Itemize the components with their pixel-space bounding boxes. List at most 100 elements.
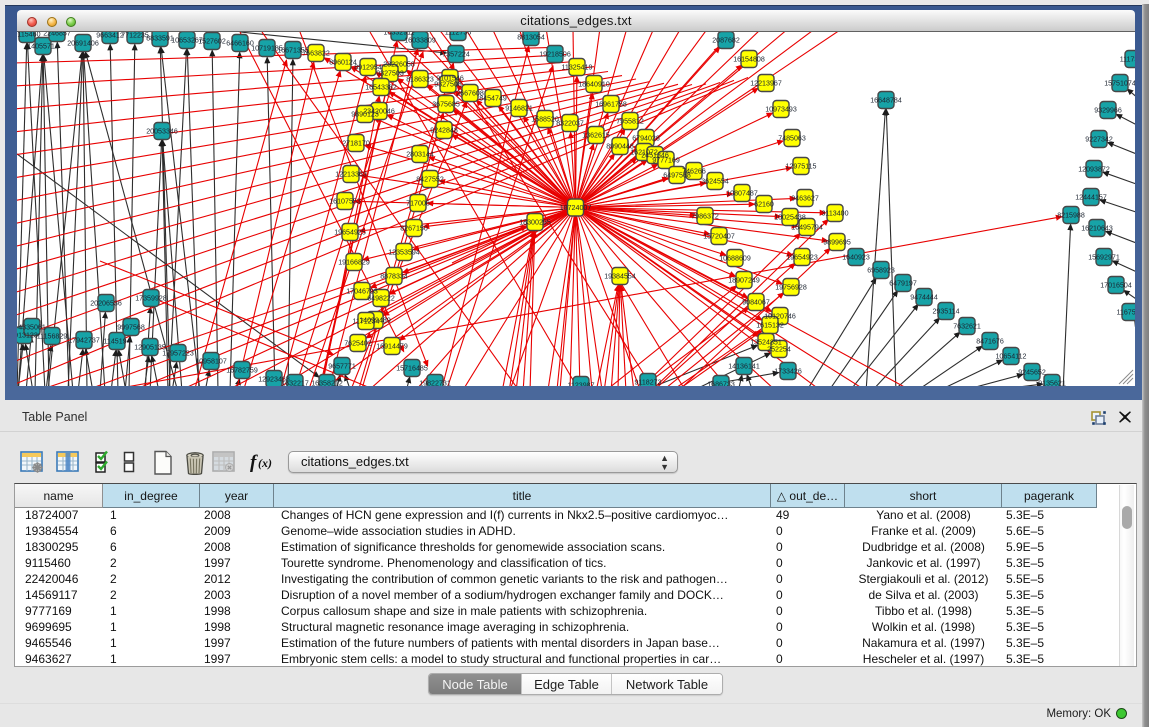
svg-text:1171234: 1171234: [352, 318, 379, 326]
svg-text:4335061: 4335061: [18, 324, 46, 332]
svg-text:10654112: 10654112: [995, 353, 1026, 361]
svg-text:9327503: 9327503: [376, 70, 404, 78]
svg-text:9115460: 9115460: [17, 32, 41, 39]
svg-text:9663412: 9663412: [96, 32, 124, 40]
svg-text:17942737: 17942737: [68, 337, 100, 345]
svg-text:16210643: 16210643: [1081, 225, 1113, 233]
svg-text:6958923: 6958923: [867, 267, 895, 275]
svg-text:20691406: 20691406: [67, 40, 99, 48]
svg-text:62160: 62160: [754, 201, 774, 209]
svg-text:12444157: 12444157: [1075, 194, 1107, 202]
svg-text:8833591: 8833591: [146, 35, 174, 43]
svg-text:16782759: 16782759: [226, 367, 258, 375]
svg-text:9329966: 9329966: [1094, 107, 1122, 115]
svg-text:9146821: 9146821: [505, 105, 533, 113]
svg-text:9084067: 9084067: [742, 299, 770, 307]
svg-text:16107553: 16107553: [329, 198, 361, 206]
svg-text:8215988: 8215988: [1057, 212, 1085, 220]
svg-text:746266: 746266: [682, 168, 706, 176]
svg-text:16543382: 16543382: [365, 84, 397, 92]
svg-text:19166829: 19166829: [338, 259, 370, 267]
svg-text:9657771: 9657771: [328, 363, 356, 371]
svg-text:1588520: 1588520: [531, 116, 559, 124]
svg-text:10120746: 10120746: [764, 313, 796, 321]
svg-text:717006: 717006: [406, 200, 430, 208]
svg-text:9227342: 9227342: [1085, 136, 1113, 144]
svg-text:10688609: 10688609: [719, 255, 751, 263]
svg-text:16648784: 16648784: [870, 97, 902, 105]
svg-text:20206536: 20206536: [90, 300, 122, 308]
svg-text:12975115: 12975115: [785, 163, 816, 171]
svg-text:19384554: 19384554: [604, 273, 636, 281]
svg-text:2718170: 2718170: [342, 140, 370, 148]
svg-text:18907249: 18907249: [728, 277, 760, 285]
svg-text:9474444: 9474444: [910, 294, 938, 302]
svg-text:10973493: 10973493: [765, 106, 797, 114]
svg-text:10807487: 10807487: [726, 190, 758, 198]
svg-text:2803144: 2803144: [406, 151, 434, 159]
svg-text:23226058: 23226058: [383, 61, 415, 69]
svg-text:8813054: 8813054: [517, 34, 545, 42]
svg-text:14055714: 14055714: [27, 43, 59, 51]
svg-text:3624554: 3624554: [701, 178, 729, 186]
svg-text:7625402: 7625402: [344, 340, 372, 348]
svg-text:3113400: 3113400: [821, 210, 848, 218]
svg-text:2246857: 2246857: [43, 32, 71, 38]
svg-text:10025438: 10025438: [774, 214, 806, 222]
svg-text:19654925: 19654925: [334, 229, 366, 237]
svg-text:1527602: 1527602: [198, 38, 226, 46]
svg-text:12353594: 12353594: [388, 249, 420, 257]
svg-text:7712235: 7712235: [121, 32, 149, 40]
svg-text:8454749: 8454749: [479, 95, 507, 103]
svg-text:17359928: 17359928: [135, 295, 167, 303]
svg-text:9135621: 9135621: [1038, 380, 1066, 386]
svg-text:18724007: 18724007: [560, 204, 592, 212]
svg-text:19822731: 19822731: [419, 380, 451, 386]
svg-text:16914479: 16914479: [376, 343, 408, 351]
svg-text:8186323: 8186323: [406, 76, 434, 84]
svg-text:15716485: 15716485: [396, 365, 428, 373]
svg-text:9118273: 9118273: [634, 379, 661, 386]
svg-text:2087682: 2087682: [712, 37, 740, 45]
svg-text:7632621: 7632621: [953, 323, 981, 331]
svg-text:10958107: 10958107: [195, 358, 227, 366]
svg-text:1362615: 1362615: [582, 132, 610, 140]
svg-text:19218506: 19218506: [539, 51, 571, 59]
svg-text:9242848: 9242848: [430, 127, 458, 135]
svg-text:8322037: 8322037: [556, 120, 584, 128]
svg-text:15751074: 15751074: [1104, 80, 1135, 88]
svg-text:6498222: 6498222: [367, 295, 395, 303]
svg-text:16495794: 16495794: [791, 224, 823, 232]
svg-text:16154808: 16154808: [733, 56, 765, 64]
svg-text:9245652: 9245652: [1018, 369, 1046, 377]
svg-text:12213363: 12213363: [335, 171, 367, 179]
svg-text:3675685: 3675685: [432, 101, 460, 109]
svg-text:12905135: 12905135: [134, 344, 166, 352]
svg-text:1640923: 1640923: [842, 254, 870, 262]
svg-text:1167533: 1167533: [1116, 309, 1135, 317]
svg-text:9899695: 9899695: [823, 239, 851, 247]
svg-text:18300295: 18300295: [519, 219, 551, 227]
svg-text:8878334: 8878334: [380, 273, 408, 281]
svg-text:1123987: 1123987: [567, 382, 594, 386]
svg-text:2935114: 2935114: [932, 308, 959, 316]
svg-text:8427552: 8427552: [416, 176, 444, 184]
svg-text:9777169: 9777169: [652, 157, 680, 165]
svg-text:6466160: 6466160: [226, 40, 254, 48]
svg-text:9327508: 9327508: [434, 81, 462, 89]
svg-text:1117352: 1117352: [1120, 56, 1135, 64]
svg-text:19756928: 19756928: [775, 284, 807, 292]
svg-text:7663822: 7663822: [302, 50, 330, 58]
svg-text:12093872: 12093872: [1078, 166, 1110, 174]
svg-text:(x): (x): [258, 456, 272, 470]
svg-text:19654923: 19654923: [786, 254, 818, 262]
svg-text:7357224: 7357224: [442, 51, 470, 59]
svg-text:8267150: 8267150: [400, 225, 428, 233]
svg-text:1112756: 1112756: [445, 32, 472, 37]
svg-text:7485063: 7485063: [778, 135, 806, 143]
svg-text:6794028: 6794028: [632, 135, 660, 143]
svg-text:11325419: 11325419: [561, 64, 592, 72]
svg-text:18640910: 18640910: [578, 81, 610, 89]
svg-text:11156829: 11156829: [37, 333, 68, 341]
svg-text:9890123: 9890123: [351, 111, 379, 119]
